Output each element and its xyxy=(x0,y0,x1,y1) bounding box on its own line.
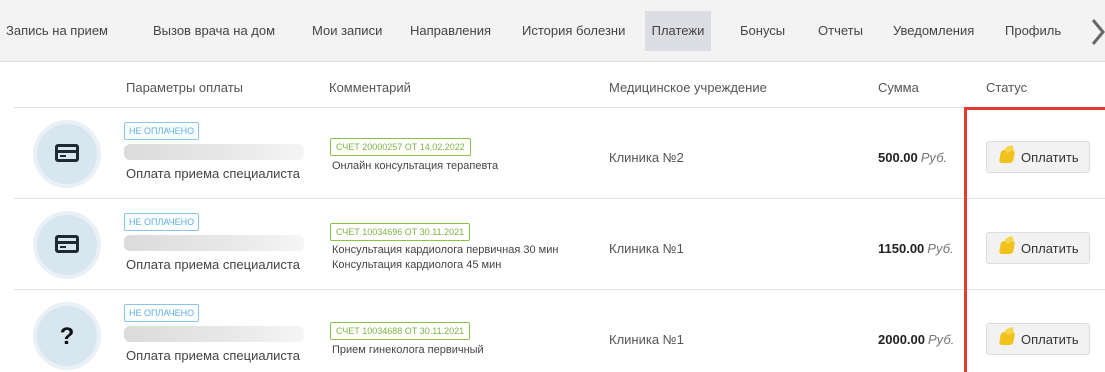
pay-button-label: Оплатить xyxy=(1021,150,1079,165)
payment-amount: 1150.00 Руб. xyxy=(878,241,954,256)
column-header-params: Параметры оплаты xyxy=(126,80,244,95)
redacted-text xyxy=(124,144,304,160)
comment-line: Онлайн консультация терапевта xyxy=(332,160,499,172)
invoice-badge: СЧЕТ 20000257 ОТ 14.02.2022 xyxy=(330,138,471,156)
tab-appointment[interactable]: Запись на прием xyxy=(6,11,108,51)
redacted-text xyxy=(124,326,304,342)
payment-icon-circle xyxy=(33,120,101,188)
invoice-badge: СЧЕТ 10034696 ОТ 30.11.2021 xyxy=(330,223,471,241)
column-header-amount: Сумма xyxy=(878,80,919,95)
tab-profile[interactable]: Профиль xyxy=(1005,11,1061,51)
currency-label: Руб. xyxy=(928,332,955,347)
tab-bonuses[interactable]: Бонусы xyxy=(740,11,785,51)
pay-button-label: Оплатить xyxy=(1021,332,1079,347)
tab-reports[interactable]: Отчеты xyxy=(818,11,863,51)
unpaid-badge: НЕ ОПЛАЧЕНО xyxy=(124,122,200,140)
payment-icon-circle xyxy=(33,211,101,279)
chevron-right-icon[interactable] xyxy=(1090,17,1105,47)
amount-value: 500.00 xyxy=(878,150,918,165)
tab-notifications[interactable]: Уведомления xyxy=(893,11,974,51)
pay-button[interactable]: Оплатить xyxy=(986,232,1090,264)
clinic-name: Клиника №2 xyxy=(609,150,684,165)
credit-card-icon xyxy=(55,235,79,253)
payment-amount: 500.00 Руб. xyxy=(878,150,947,165)
tab-payments[interactable]: Платежи xyxy=(645,11,711,51)
tab-medical-history[interactable]: История болезни xyxy=(522,11,625,51)
unpaid-badge: НЕ ОПЛАЧЕНО xyxy=(124,213,200,231)
column-header-status: Статус xyxy=(986,80,1028,95)
payment-description: Оплата приема специалиста xyxy=(126,348,300,363)
payment-row: НЕ ОПЛАЧЕНО Оплата приема специалиста СЧ… xyxy=(14,198,1105,289)
comment-line: Прием гинеколога первичный xyxy=(332,344,484,356)
wallet-icon xyxy=(998,332,1016,345)
clinic-name: Клиника №1 xyxy=(609,332,684,347)
credit-card-icon xyxy=(55,144,79,162)
redacted-text xyxy=(124,235,304,251)
column-header-comment: Комментарий xyxy=(329,80,411,95)
pay-button[interactable]: Оплатить xyxy=(986,141,1090,173)
invoice-badge: СЧЕТ 10034688 ОТ 30.11.2021 xyxy=(330,322,471,340)
tab-bar: Запись на прием Вызов врача на дом Мои з… xyxy=(0,0,1105,62)
comment-line: Консультация кардиолога 45 мин xyxy=(332,259,502,271)
payment-row: ? НЕ ОПЛАЧЕНО Оплата приема специалиста … xyxy=(14,289,1105,370)
payment-description: Оплата приема специалиста xyxy=(126,257,300,272)
clinic-name: Клиника №1 xyxy=(609,241,684,256)
column-header-clinic: Медицинское учреждение xyxy=(609,80,767,95)
comment-line: Консультация кардиолога первичная 30 мин xyxy=(332,244,559,256)
payment-description: Оплата приема специалиста xyxy=(126,166,300,181)
wallet-icon xyxy=(998,241,1016,254)
question-icon: ? xyxy=(59,323,75,350)
payment-amount: 2000.00 Руб. xyxy=(878,332,954,347)
pay-button[interactable]: Оплатить xyxy=(986,323,1090,355)
unpaid-badge: НЕ ОПЛАЧЕНО xyxy=(124,304,200,322)
tab-referrals[interactable]: Направления xyxy=(410,11,491,51)
payment-icon-circle: ? xyxy=(33,302,101,370)
amount-value: 1150.00 xyxy=(878,241,925,256)
currency-label: Руб. xyxy=(927,241,954,256)
pay-button-label: Оплатить xyxy=(1021,241,1079,256)
wallet-icon xyxy=(998,150,1016,163)
tab-home-visit[interactable]: Вызов врача на дом xyxy=(153,11,275,51)
currency-label: Руб. xyxy=(920,150,948,165)
amount-value: 2000.00 xyxy=(878,332,925,347)
tab-my-records[interactable]: Мои записи xyxy=(312,11,382,51)
payment-row: НЕ ОПЛАЧЕНО Оплата приема специалиста СЧ… xyxy=(14,107,1105,198)
